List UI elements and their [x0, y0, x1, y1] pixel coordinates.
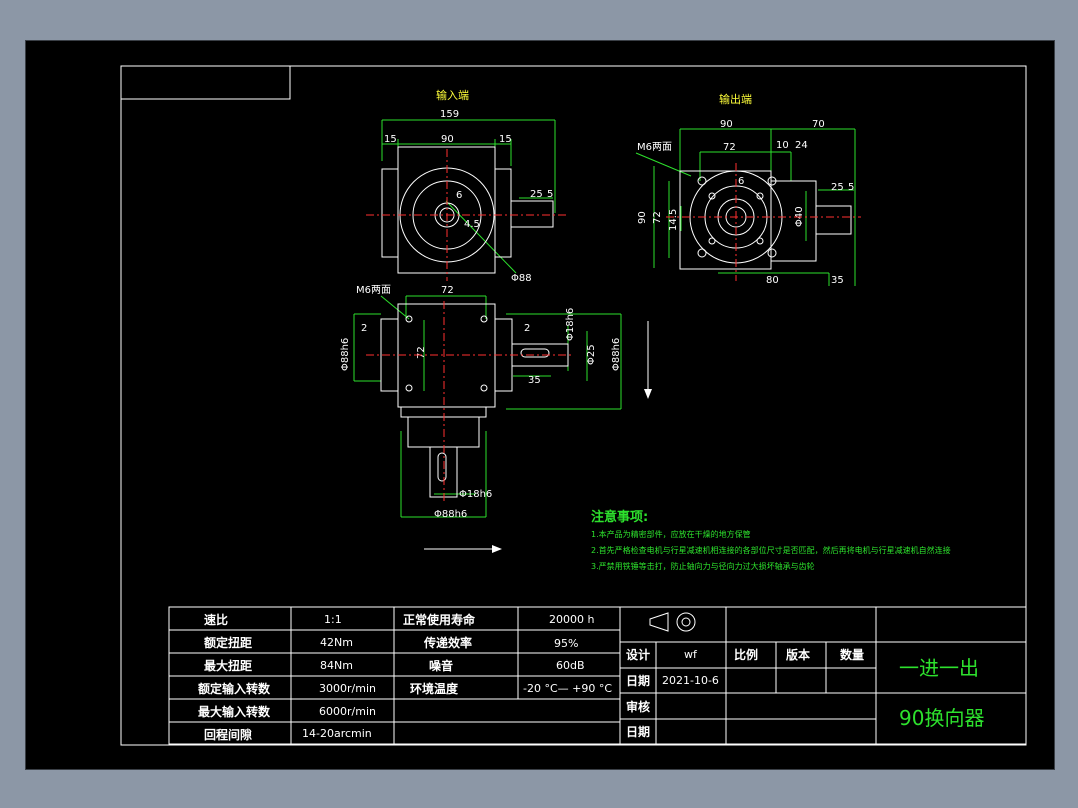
- spec-label2-3: 噪音: [429, 658, 453, 673]
- spec-value2-1: 20000 h: [549, 613, 594, 626]
- dim-bottom-dia: Φ18h6: [459, 489, 492, 500]
- dim-sh3: Φ88h6: [611, 338, 622, 371]
- dim-bottom-flange: Φ88h6: [434, 509, 467, 520]
- dim-bore: 4.5: [464, 219, 480, 230]
- drawing-sheet: 输入端 159 15 90 15 25 5 6 4.5 Φ88 输出端 90 7…: [120, 65, 1027, 746]
- spec-value2-3: 60dB: [556, 659, 585, 672]
- spec-value-1: 1:1: [324, 613, 342, 626]
- dim-small-r: 6: [456, 190, 462, 201]
- output-end-title: 输出端: [719, 92, 752, 106]
- dim-sh1: Φ18h6: [565, 308, 576, 341]
- dim-base35: 35: [831, 275, 844, 286]
- dim-2b: 2: [524, 323, 530, 334]
- dim-sh2: Φ25: [586, 344, 597, 365]
- date2-label: 日期: [626, 724, 650, 739]
- scale-label: 比例: [734, 647, 758, 662]
- spec-table: 速比 1:1 正常使用寿命 20000 h 额定扭距 42Nm 传递效率 95%…: [168, 606, 621, 745]
- spec-label-6: 回程间隙: [204, 727, 252, 742]
- dim-left-dia: Φ88h6: [340, 338, 351, 371]
- dim-shaft5: 5: [848, 182, 854, 193]
- dim-left: 15: [384, 134, 397, 145]
- code-box: [120, 65, 291, 100]
- dim-h72: 72: [652, 211, 663, 224]
- dim-2a: 2: [361, 323, 367, 334]
- dim-len35: 35: [528, 375, 541, 386]
- input-end-title: 输入端: [436, 88, 469, 102]
- spec-label2-4: 环境温度: [410, 681, 459, 696]
- notes-item-2: 2.首先严格检查电机与行星减速机相连接的各部位尺寸是否匹配，然后再将电机与行星减…: [591, 545, 951, 555]
- dim-m6-lower: M6两面: [356, 285, 391, 296]
- spec-value2-2: 95%: [554, 637, 578, 650]
- spec-label2-1: 正常使用寿命: [403, 612, 476, 627]
- design-label: 设计: [626, 647, 650, 662]
- dim-pitch-lower: 72: [441, 285, 454, 296]
- notes-item-1: 1.本产品为精密部件，应放在干燥的地方保管: [591, 529, 751, 539]
- product-name-1: 一进一出: [899, 656, 979, 680]
- dim-w-left: 90: [720, 119, 733, 130]
- product-name-2: 90换向器: [899, 706, 984, 730]
- dim-h90: 90: [637, 211, 648, 224]
- version-label: 版本: [786, 647, 810, 662]
- notes-title: 注意事项:: [591, 509, 648, 525]
- dim-bolt-pitch: 72: [723, 142, 736, 153]
- review-label: 审核: [626, 699, 650, 714]
- dim-shaft25: 25: [831, 182, 844, 193]
- spec-label-3: 最大扭距: [204, 658, 252, 673]
- design-value: wf: [684, 648, 698, 661]
- notes-block: 注意事项: 1.本产品为精密部件，应放在干燥的地方保管 2.首先严格检查电机与行…: [591, 509, 951, 571]
- qty-label: 数量: [840, 647, 864, 662]
- spec-value-4: 3000r/min: [319, 682, 376, 695]
- spec-value-2: 42Nm: [320, 636, 353, 649]
- dim-key: 6: [738, 176, 744, 187]
- dim-mid: 90: [441, 134, 454, 145]
- spec-label-5: 最大输入转数: [198, 704, 271, 719]
- spec-value-3: 84Nm: [320, 659, 353, 672]
- dim-w-right: 70: [812, 119, 825, 130]
- dim-m6-label: M6两面: [637, 142, 672, 153]
- dim-shaft-key: 5: [547, 189, 553, 200]
- output-end-view: 输出端 90 70 72 M6两面 10 24 6 25 5 80 35 90 …: [635, 92, 861, 286]
- cad-viewport[interactable]: 输入端 159 15 90 15 25 5 6 4.5 Φ88 输出端 90 7…: [25, 40, 1055, 770]
- dim-overall: 159: [440, 109, 459, 120]
- spec-label-2: 额定扭距: [204, 635, 252, 650]
- spec-label-4: 额定输入转数: [198, 681, 271, 696]
- spec-label2-2: 传递效率: [423, 635, 472, 650]
- dim-right: 15: [499, 134, 512, 145]
- dim-diam: Φ88: [511, 273, 532, 284]
- dim-shaft-len: 25: [530, 189, 543, 200]
- spec-value-5: 6000r/min: [319, 705, 376, 718]
- spec-value2-4: -20 °C— +90 °C: [523, 682, 612, 695]
- notes-item-3: 3.严禁用铁锤等击打，防止轴向力与径向力过大损坏轴承与齿轮: [591, 561, 815, 571]
- title-block: 设计 wf 比例 版本 数量 日期 2021-10-6 审核 日期 一进一出 9…: [619, 606, 1027, 745]
- spec-label-1: 速比: [204, 612, 228, 627]
- dim-h145: 14.5: [668, 209, 679, 231]
- date-value: 2021-10-6: [662, 674, 719, 687]
- spec-value-6: 14-20arcmin: [302, 727, 372, 740]
- dim-10: 10: [776, 140, 789, 151]
- projection-symbol-icon: [649, 612, 696, 632]
- input-end-view: 输入端 159 15 90 15 25 5 6 4.5 Φ88: [366, 88, 566, 284]
- dim-24: 24: [795, 140, 808, 151]
- dim-base80: 80: [766, 275, 779, 286]
- dim-h72-lower: 72: [416, 346, 427, 359]
- date-label: 日期: [626, 673, 650, 688]
